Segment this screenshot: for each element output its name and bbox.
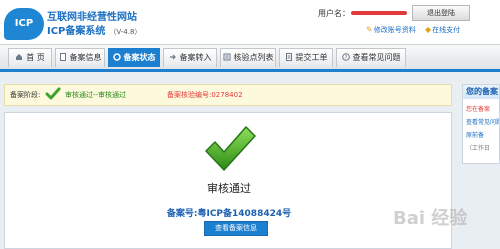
- sidebar-item[interactable]: 查看常见问题: [466, 117, 499, 126]
- sidebar-title: 您的备案: [463, 85, 499, 99]
- sidebar-item[interactable]: 您在备案: [466, 104, 490, 113]
- tab-home[interactable]: 首 页: [8, 48, 52, 67]
- gear-icon: [112, 53, 121, 61]
- tab-verify-points[interactable]: 核验点列表: [220, 48, 276, 67]
- online-pay-label: 在线支付: [432, 26, 461, 34]
- online-pay-link[interactable]: ◆在线支付: [425, 25, 460, 35]
- tab-home-label: 首 页: [26, 53, 45, 62]
- stage-status: 审核通过--审核通过: [65, 91, 127, 99]
- brand-subtitle-text: ICP备案系统: [47, 26, 106, 37]
- help-icon: ?: [341, 53, 350, 61]
- tab-record-info-label: 备案信息: [69, 53, 102, 62]
- tab-record-status[interactable]: 备案状态: [108, 48, 160, 67]
- tab-faq-label: 查看常见问题: [352, 53, 401, 62]
- tab-submit-ticket-label: 提交工单: [295, 53, 328, 62]
- header: ICP 互联网非经营性网站 ICP备案系统 （V-4.8） 用户名： 退出登陆 ✎…: [0, 0, 500, 44]
- tab-record-info[interactable]: 备案信息: [55, 48, 105, 67]
- baidu-watermark: Bai 经验: [393, 208, 468, 229]
- icp-logo: ICP: [4, 8, 44, 40]
- sidebar-item: （工作日: [466, 145, 491, 152]
- approval-panel: 审核通过 备案号:粤ICP备14088424号 查看备案信息: [4, 112, 452, 249]
- username-redacted: [351, 11, 407, 15]
- nav-bar: 首 页 备案信息 备案状态 备案转入 核验点列表 提交工单 ? 查看常见问题: [0, 44, 500, 72]
- tab-submit-ticket[interactable]: 提交工单: [279, 48, 333, 67]
- record-stage-bar: 备案阶段: 审核通过--审核通过 备案核验编号:0278402: [4, 84, 452, 106]
- approved-title: 审核通过: [207, 182, 251, 195]
- edit-account-link[interactable]: ✎修改账号资料: [366, 25, 416, 35]
- verify-number: 备案核验编号:0278402: [167, 91, 243, 99]
- tab-record-transfer-label: 备案转入: [179, 53, 212, 62]
- logout-button[interactable]: 退出登陆: [412, 5, 470, 21]
- tab-record-status-label: 备案状态: [123, 53, 156, 62]
- edit-account-label: 修改账号资料: [373, 26, 416, 34]
- arrow-icon: [169, 54, 176, 60]
- svg-text:?: ?: [344, 55, 347, 61]
- tab-record-transfer[interactable]: 备案转入: [163, 48, 217, 67]
- check-icon: [45, 87, 61, 100]
- record-number: 备案号:粤ICP备14088424号: [166, 209, 292, 219]
- user-label: 用户名：: [318, 9, 350, 18]
- tab-faq[interactable]: ? 查看常见问题: [336, 48, 406, 67]
- brand-title: 互联网非经营性网站: [47, 12, 137, 23]
- pencil-icon: ✎: [366, 25, 373, 34]
- document-icon: [59, 53, 66, 61]
- view-record-button[interactable]: 查看备案信息: [204, 221, 268, 236]
- pay-icon: ◆: [425, 25, 432, 34]
- sidebar-panel: 您的备案 您在备案 查看常见问题 原前备 （工作日: [462, 84, 500, 164]
- list-icon: [223, 53, 230, 61]
- tab-verify-points-label: 核验点列表: [233, 53, 274, 62]
- approved-check-icon: [205, 126, 256, 171]
- sidebar-item[interactable]: 原前备: [466, 130, 484, 139]
- form-icon: [285, 53, 292, 61]
- version-label: （V-4.8）: [109, 28, 142, 36]
- stage-label: 备案阶段:: [10, 91, 41, 99]
- brand-subtitle: ICP备案系统 （V-4.8）: [47, 22, 141, 37]
- home-icon: [16, 54, 23, 60]
